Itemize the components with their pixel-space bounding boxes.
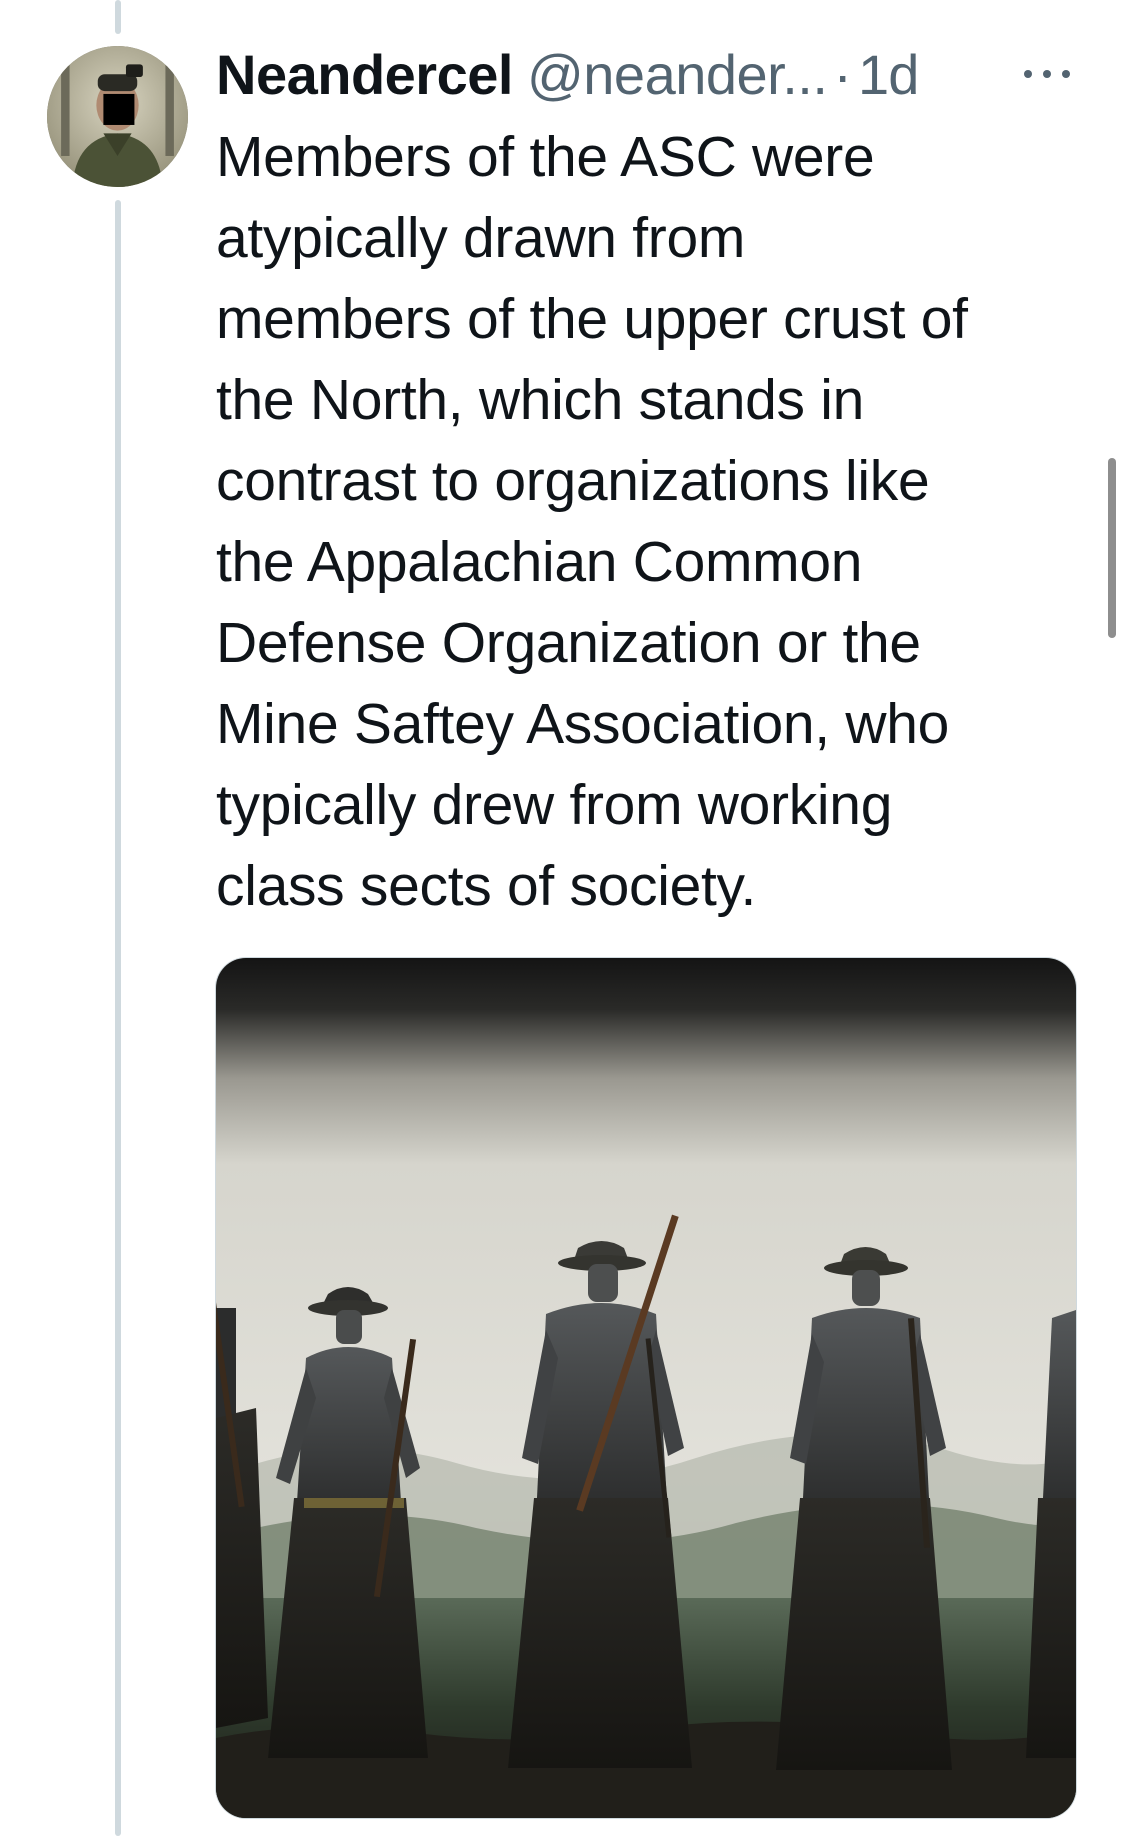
tweet-text-line: Members of the ASC were <box>216 125 875 189</box>
tweet-text-line: members of the upper crust of <box>216 287 968 351</box>
tweet-header: Neandercel @neander... · 1d <box>216 40 1076 110</box>
tweet-text-line: atypically drawn from <box>216 206 746 270</box>
tweet-text-line: the Appalachian Common <box>216 530 863 594</box>
soldiers-photo <box>216 958 1076 1818</box>
more-dot <box>1043 70 1051 78</box>
scrollbar[interactable] <box>1108 458 1116 638</box>
thread-line <box>115 200 121 1836</box>
tweet-text-line: typically drew from working <box>216 773 893 837</box>
tweet-text-line: Mine Saftey Association, who <box>216 692 949 756</box>
avatar[interactable] <box>47 46 188 187</box>
tweet-text-line: contrast to organizations like <box>216 449 930 513</box>
tweet-media-image[interactable] <box>216 958 1076 1818</box>
more-horizontal-icon[interactable] <box>1024 56 1070 92</box>
user-handle[interactable]: @neander... <box>527 40 828 110</box>
tweet-text-line: class sects of society. <box>216 854 757 918</box>
tweet-text: Members of the ASC were atypically drawn… <box>216 117 1096 927</box>
tweet-text-line: the North, which stands in <box>216 368 865 432</box>
more-dot <box>1024 70 1032 78</box>
avatar-image <box>47 46 188 187</box>
more-dot <box>1062 70 1070 78</box>
tweet-text-line: Defense Organization or the <box>216 611 921 675</box>
thread-line-top <box>115 0 121 34</box>
timestamp[interactable]: 1d <box>858 40 919 110</box>
display-name[interactable]: Neandercel <box>216 40 513 110</box>
separator-dot: · <box>833 43 853 106</box>
